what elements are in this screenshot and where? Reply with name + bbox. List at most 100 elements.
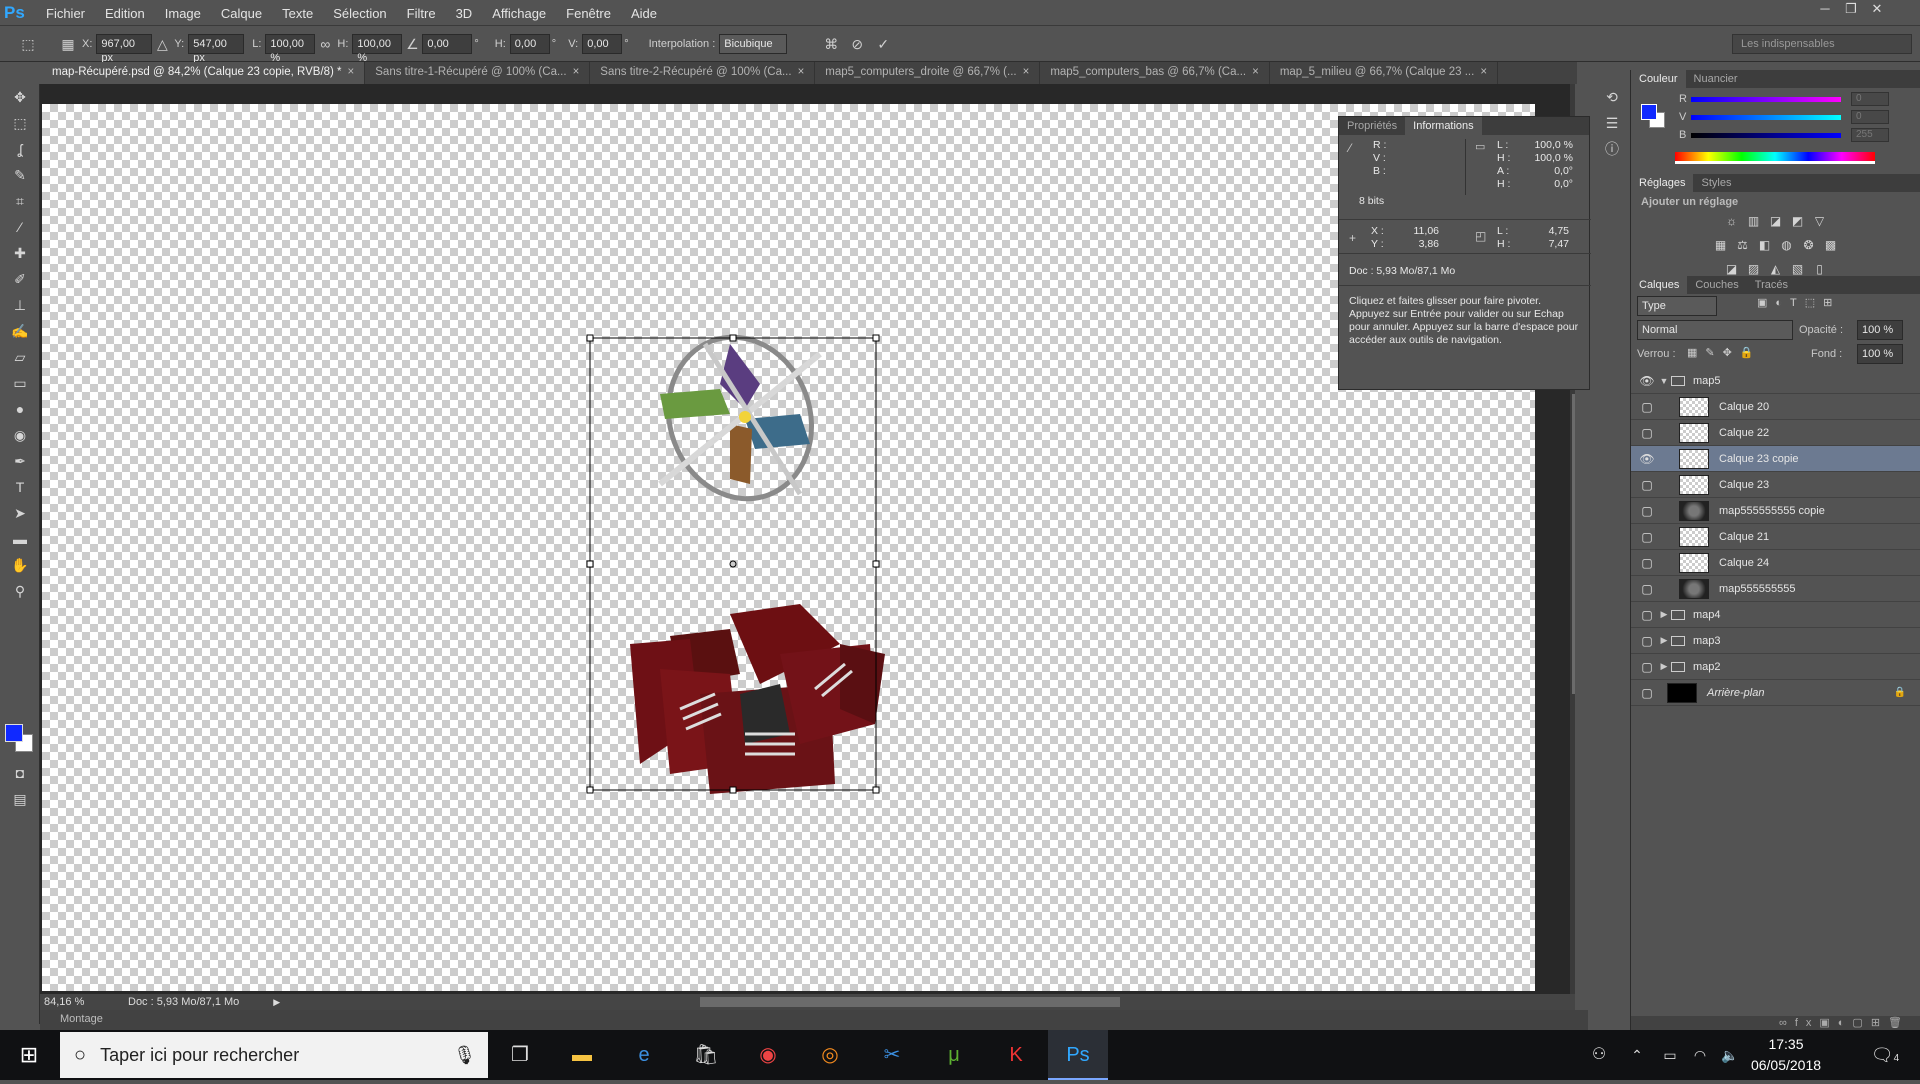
- visibility-toggle[interactable]: ▢: [1637, 530, 1657, 544]
- hskew-input[interactable]: 0,00: [509, 33, 550, 54]
- tab-couches[interactable]: Couches: [1687, 276, 1746, 294]
- close-tab-icon[interactable]: ×: [348, 66, 355, 78]
- visibility-toggle[interactable]: ▢: [1637, 660, 1657, 674]
- type-tool-icon[interactable]: T: [0, 474, 40, 500]
- tab-styles[interactable]: Styles: [1693, 174, 1739, 192]
- tab-traces[interactable]: Tracés: [1747, 276, 1796, 294]
- properties-icon[interactable]: ☰: [1596, 110, 1628, 136]
- layer-row[interactable]: 👁 ▼ map5: [1631, 368, 1920, 394]
- visibility-toggle[interactable]: ▢: [1637, 582, 1657, 596]
- menu-image[interactable]: Image: [165, 6, 201, 21]
- volume-icon[interactable]: 🔈: [1716, 1030, 1744, 1080]
- layer-row[interactable]: ▢ Calque 20: [1631, 394, 1920, 420]
- timeline-panel-header[interactable]: Montage: [40, 1010, 1588, 1030]
- vertical-scroll-thumb[interactable]: [1572, 394, 1575, 694]
- eye-icon[interactable]: 👁: [1637, 374, 1657, 388]
- black-white-icon[interactable]: ◧: [1754, 238, 1776, 254]
- eyedropper-tool-icon[interactable]: ⁄: [0, 214, 40, 240]
- horizontal-scroll-thumb[interactable]: [700, 997, 1121, 1007]
- layer-row[interactable]: ▢ map555555555 copie: [1631, 498, 1920, 524]
- action-center-icon[interactable]: 🗨4: [1860, 1030, 1910, 1080]
- red-slider[interactable]: [1691, 96, 1841, 102]
- layer-row[interactable]: 👁 Calque 23 copie: [1631, 446, 1920, 472]
- color-spectrum-ramp[interactable]: [1675, 152, 1875, 164]
- close-tab-icon[interactable]: ×: [1023, 66, 1030, 78]
- green-value[interactable]: 0: [1851, 110, 1889, 124]
- photoshop-logo[interactable]: Ps: [4, 2, 28, 24]
- minimize-button[interactable]: ─: [1812, 0, 1838, 18]
- cancel-transform-icon[interactable]: ⊘: [847, 34, 867, 54]
- x-input[interactable]: 967,00 px: [96, 33, 153, 64]
- taskbar-clock[interactable]: 17:35 06/05/2018: [1746, 1034, 1826, 1076]
- zoom-level[interactable]: 84,16 %: [44, 996, 88, 1008]
- visibility-toggle[interactable]: ▢: [1637, 400, 1657, 414]
- blue-value[interactable]: 255: [1851, 128, 1889, 142]
- healing-brush-tool-icon[interactable]: ✚: [0, 240, 40, 266]
- color-fg-swatch[interactable]: [1641, 104, 1657, 120]
- task-view-icon[interactable]: ❐: [490, 1030, 550, 1080]
- layer-row[interactable]: ▢ Arrière-plan 🔒: [1631, 680, 1920, 706]
- opacity-input[interactable]: 100 %: [1857, 320, 1903, 340]
- tab-sans-titre-1[interactable]: Sans titre-1-Récupéré @ 100% (Ca... ×: [365, 62, 591, 84]
- moviemaker-icon[interactable]: ✂: [862, 1030, 922, 1080]
- layer-filter-icons[interactable]: ▣◐T⬚⊞: [1757, 296, 1840, 309]
- expand-arrow-icon[interactable]: ▶: [1657, 661, 1671, 672]
- menu-fichier[interactable]: Fichier: [46, 6, 85, 21]
- layer-row[interactable]: ▢ Calque 23: [1631, 472, 1920, 498]
- tray-chevron-icon[interactable]: ⌃: [1620, 1030, 1654, 1080]
- layer-row[interactable]: ▢ Calque 24: [1631, 550, 1920, 576]
- menu-3d[interactable]: 3D: [456, 6, 473, 21]
- blender-icon[interactable]: ◎: [800, 1030, 860, 1080]
- blend-mode-select[interactable]: Normal: [1637, 320, 1793, 340]
- menu-aide[interactable]: Aide: [631, 6, 657, 21]
- levels-icon[interactable]: ▥: [1743, 214, 1765, 230]
- edge-icon[interactable]: e: [614, 1030, 674, 1080]
- width-input[interactable]: 100,00 %: [265, 33, 316, 64]
- kaspersky-icon[interactable]: K: [986, 1030, 1046, 1080]
- rectangle-tool-icon[interactable]: ▬: [0, 526, 40, 552]
- clone-stamp-tool-icon[interactable]: ⊥: [0, 292, 40, 318]
- lock-icons[interactable]: ▦✎✥🔒: [1687, 346, 1762, 359]
- close-tab-icon[interactable]: ×: [1480, 66, 1487, 78]
- history-brush-tool-icon[interactable]: ✍: [0, 318, 40, 344]
- blue-slider[interactable]: [1691, 132, 1841, 138]
- color-balance-icon[interactable]: ⚖: [1732, 238, 1754, 254]
- expand-arrow-icon[interactable]: ▼: [1657, 376, 1671, 386]
- workspace-select[interactable]: Les indispensables: [1732, 34, 1912, 54]
- history-icon[interactable]: ⟲: [1596, 84, 1628, 110]
- chrome-icon[interactable]: ◉: [738, 1030, 798, 1080]
- tab-calques[interactable]: Calques: [1631, 276, 1688, 294]
- visibility-toggle[interactable]: ▢: [1637, 478, 1657, 492]
- pen-tool-icon[interactable]: ✒: [0, 448, 40, 474]
- store-icon[interactable]: 🛍: [676, 1030, 736, 1080]
- angle-input[interactable]: 0,00: [422, 33, 473, 54]
- tab-computers-bas[interactable]: map5_computers_bas @ 66,7% (Ca... ×: [1040, 62, 1270, 84]
- channel-mixer-icon[interactable]: ❂: [1798, 238, 1820, 254]
- taskbar-search[interactable]: ○ Taper ici pour rechercher 🎙: [60, 1032, 488, 1078]
- tab-proprietes[interactable]: Propriétés: [1339, 117, 1405, 135]
- eye-icon[interactable]: 👁: [1637, 452, 1657, 466]
- battery-icon[interactable]: ▭: [1656, 1030, 1684, 1080]
- layer-row[interactable]: ▢ Calque 21: [1631, 524, 1920, 550]
- wifi-icon[interactable]: ◠: [1686, 1030, 1714, 1080]
- status-menu-arrow-icon[interactable]: ▶: [273, 997, 280, 1008]
- tab-reglages[interactable]: Réglages: [1631, 174, 1694, 192]
- screen-mode-icon[interactable]: ▤: [0, 786, 40, 812]
- expand-arrow-icon[interactable]: ▶: [1657, 609, 1671, 620]
- menu-filtre[interactable]: Filtre: [407, 6, 436, 21]
- tab-informations[interactable]: Informations: [1405, 117, 1482, 135]
- hand-tool-icon[interactable]: ✋: [0, 552, 40, 578]
- crop-tool-icon[interactable]: ⌗: [0, 188, 40, 214]
- blur-tool-icon[interactable]: ●: [0, 396, 40, 422]
- layer-row[interactable]: ▢ ▶ map2: [1631, 654, 1920, 680]
- lasso-tool-icon[interactable]: ʆ: [0, 136, 40, 162]
- microphone-icon[interactable]: 🎙: [453, 1045, 476, 1066]
- tab-map-recupere[interactable]: map-Récupéré.psd @ 84,2% (Calque 23 copi…: [42, 62, 366, 84]
- layer-filter-select[interactable]: Type: [1637, 296, 1717, 316]
- close-tab-icon[interactable]: ×: [798, 66, 805, 78]
- warp-icon[interactable]: ⌘: [821, 34, 841, 54]
- path-selection-tool-icon[interactable]: ➤: [0, 500, 40, 526]
- tab-map5-milieu[interactable]: map_5_milieu @ 66,7% (Calque 23 ... ×: [1269, 62, 1499, 84]
- layer-row[interactable]: ▢ map555555555: [1631, 576, 1920, 602]
- info-icon[interactable]: ⓘ: [1596, 136, 1628, 162]
